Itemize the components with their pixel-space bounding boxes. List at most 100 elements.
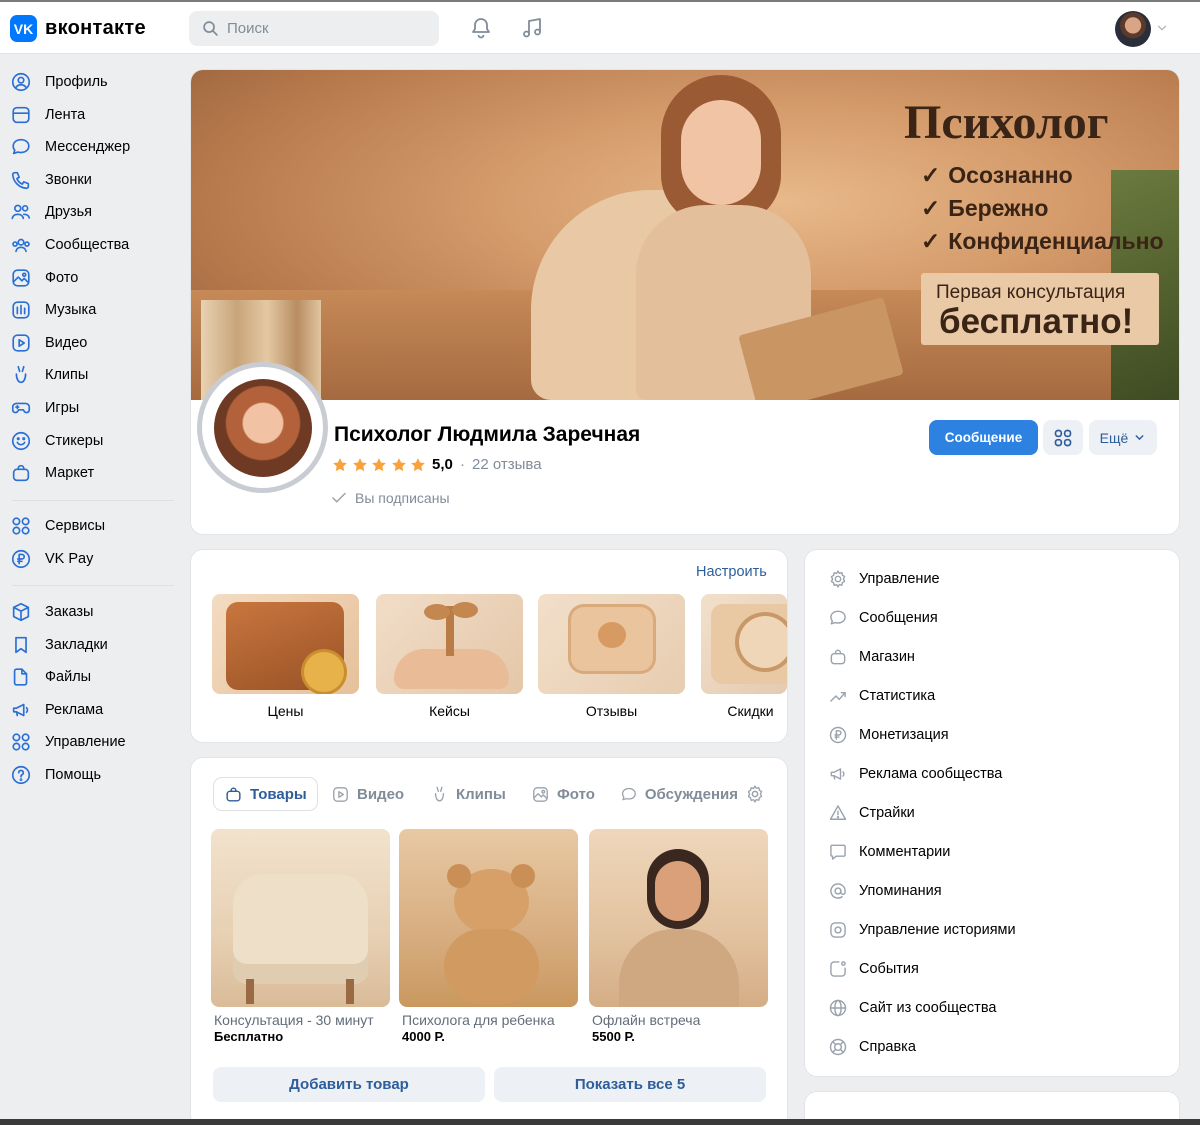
sidebar-item-0-items2[interactable]: Сервисы	[10, 511, 180, 541]
bag-icon	[12, 465, 30, 482]
configure-link[interactable]: Настроить	[696, 564, 767, 580]
reviews-link[interactable]: 22 отзыва	[472, 456, 542, 473]
star-icon	[391, 458, 406, 472]
show-all-button[interactable]: Показать все 5	[494, 1067, 766, 1102]
trend-icon	[830, 691, 846, 702]
menu-item-8[interactable]: Упоминания	[828, 880, 942, 902]
sidebar-item-4-items[interactable]: Друзья	[10, 197, 180, 227]
menu-item-7[interactable]: Комментарии	[828, 841, 950, 863]
tile-label[interactable]: Отзывы	[538, 703, 685, 719]
chevron-down-icon[interactable]	[1155, 21, 1169, 35]
menu-item-9[interactable]: Управление историями	[828, 919, 1016, 941]
tile-label[interactable]: Скидки	[677, 703, 824, 719]
menu-item-10[interactable]: События	[828, 958, 919, 980]
sidebar-item-label: Закладки	[45, 636, 108, 653]
comment-icon	[830, 844, 846, 860]
add-product-button[interactable]: Добавить товар	[213, 1067, 485, 1102]
star-icon	[411, 458, 426, 472]
apps-button[interactable]	[1043, 420, 1083, 455]
bell-icon[interactable]	[469, 16, 493, 40]
sidebar-item-label: Видео	[45, 334, 88, 351]
menu-item-label: Справка	[859, 1039, 916, 1055]
tile-3[interactable]	[701, 594, 787, 694]
sidebar-item-5-items3[interactable]: Помощь	[10, 760, 180, 790]
logo-text[interactable]: вконтакте	[45, 17, 146, 40]
sidebar-item-1-items3[interactable]: Закладки	[10, 630, 180, 660]
sidebar-item-1-items[interactable]: Лента	[10, 100, 180, 130]
ruble-circle-icon	[829, 726, 847, 744]
sidebar-item-6-items[interactable]: Фото	[10, 263, 180, 293]
tile-label[interactable]: Цены	[212, 703, 359, 719]
lifebuoy-icon	[829, 1038, 847, 1056]
menu-item-label: Страйки	[859, 805, 915, 821]
tile-1[interactable]	[376, 594, 523, 694]
sidebar-item-2-items3[interactable]: Файлы	[10, 662, 180, 692]
tab-4[interactable]: Обсуждения	[620, 778, 738, 810]
sidebar-item-0-items[interactable]: Профиль	[10, 67, 180, 97]
bottom-strip	[0, 1119, 1200, 1125]
tab-3[interactable]: Фото	[531, 778, 595, 810]
vk-logo-icon[interactable]: VK	[10, 15, 37, 42]
subscribed-status[interactable]: Вы подписаны	[330, 489, 450, 507]
event-icon	[830, 961, 846, 977]
sidebar-item-2-items[interactable]: Мессенджер	[10, 132, 180, 162]
menu-item-label: Магазин	[859, 649, 915, 665]
grid-icon	[1054, 429, 1072, 446]
sidebar-item-label: Фото	[45, 269, 79, 286]
rating-stars	[331, 456, 429, 474]
search-input[interactable]	[227, 11, 427, 46]
megaphone-icon	[12, 703, 29, 717]
menu-item-5[interactable]: Реклама сообщества	[828, 763, 1002, 785]
sidebar-item-12-items[interactable]: Маркет	[10, 458, 180, 488]
gear-icon	[830, 570, 846, 588]
sidebar-item-3-items3[interactable]: Реклама	[10, 695, 180, 725]
sidebar-item-9-items[interactable]: Клипы	[10, 360, 180, 390]
photo-icon	[12, 268, 30, 287]
sidebar-item-1-items2[interactable]: VK Pay	[10, 544, 180, 574]
sidebar-item-5-items[interactable]: Сообщества	[10, 230, 180, 260]
music-note-icon[interactable]	[520, 16, 544, 40]
sidebar-item-8-items[interactable]: Видео	[10, 328, 180, 358]
menu-item-1[interactable]: Сообщения	[828, 607, 938, 629]
sidebar-item-label: Заказы	[45, 604, 94, 620]
sidebar-item-4-items3[interactable]: Управление	[10, 727, 180, 757]
sidebar-item-10-items[interactable]: Игры	[10, 393, 180, 423]
gear-icon[interactable]	[745, 784, 765, 804]
message-button[interactable]: Сообщение	[929, 420, 1038, 455]
story-icon	[830, 922, 846, 938]
product-name[interactable]: Консультация - 30 минут	[214, 1012, 374, 1028]
menu-item-11[interactable]: Сайт из сообщества	[828, 997, 996, 1019]
sidebar-item-3-items[interactable]: Звонки	[10, 165, 180, 195]
product-name[interactable]: Офлайн встреча	[592, 1012, 700, 1028]
sidebar-item-11-items[interactable]: Стикеры	[10, 426, 180, 456]
community-avatar[interactable]	[202, 367, 323, 488]
product-image[interactable]	[399, 829, 578, 1007]
tab-2[interactable]: Клипы	[430, 778, 506, 810]
product-image[interactable]	[589, 829, 768, 1007]
more-button[interactable]: Ещё	[1089, 420, 1157, 455]
at-icon	[830, 883, 846, 899]
user-avatar[interactable]	[1115, 11, 1151, 47]
menu-item-12[interactable]: Справка	[828, 1036, 916, 1058]
tile-0[interactable]	[212, 594, 359, 694]
menu-item-3[interactable]: Статистика	[828, 685, 935, 707]
menu-item-0[interactable]: Управление	[828, 568, 940, 590]
product-name[interactable]: Психолога для ребенка	[402, 1012, 555, 1028]
grid-icon	[12, 733, 30, 752]
tab-0[interactable]: Товары	[214, 778, 317, 810]
menu-item-2[interactable]: Магазин	[828, 646, 915, 668]
menu-item-label: Комментарии	[859, 844, 951, 860]
sidebar-item-label: Реклама	[45, 701, 104, 718]
sidebar-item-7-items[interactable]: Музыка	[10, 295, 180, 325]
sidebar-item-0-items3[interactable]: Заказы	[10, 597, 180, 627]
tile-2[interactable]	[538, 594, 685, 694]
tile-label[interactable]: Кейсы	[376, 703, 523, 719]
menu-item-4[interactable]: Монетизация	[828, 724, 949, 746]
product-image[interactable]	[211, 829, 390, 1007]
cover-title: Психолог	[904, 96, 1109, 149]
file-icon	[13, 668, 28, 686]
search-box[interactable]	[189, 11, 439, 46]
tab-1[interactable]: Видео	[331, 778, 404, 810]
menu-item-6[interactable]: Страйки	[828, 802, 915, 824]
sidebar-divider	[12, 585, 174, 586]
